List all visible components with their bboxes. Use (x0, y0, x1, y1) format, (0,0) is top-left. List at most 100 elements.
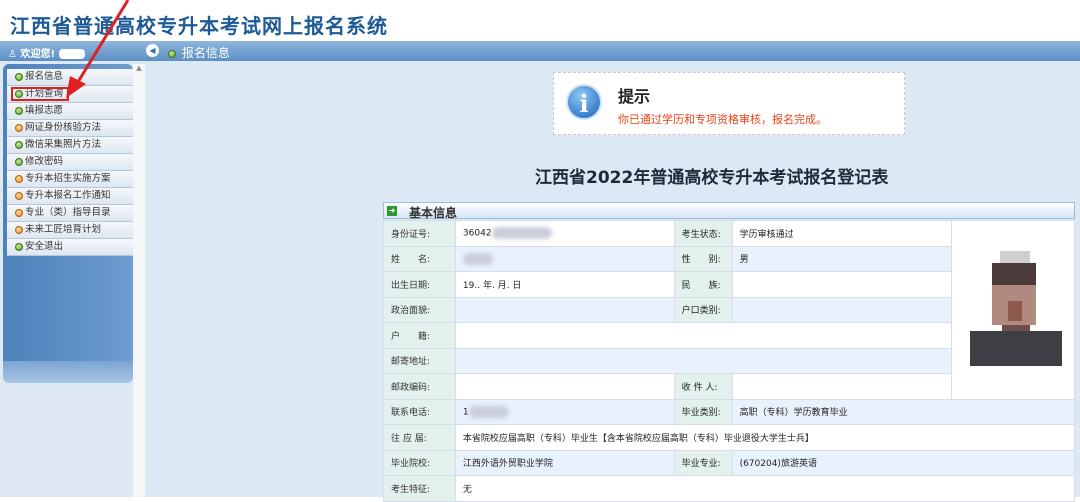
orange-dot-icon (15, 123, 23, 132)
notice-box: i 提示 你已通过学历和专项资格审核，报名完成。 (553, 72, 905, 135)
header: 江西省普通高校专升本考试网上报名系统 (0, 0, 1080, 41)
table-row: 往 应 届: 本省院校应届高职（专科）毕业生【含本省院校应届高职（专科）毕业退役… (383, 424, 1076, 451)
field-label: 往 应 届: (383, 424, 456, 451)
item-label: 报名信息 (25, 71, 64, 82)
sidebar-menu: 报名信息 计划查询 填报志愿 网证身份核验方法 微信采集照片方法 修改密码 专升… (3, 64, 133, 364)
item-label: 专升本报名工作通知 (25, 190, 111, 201)
scroll-up-icon[interactable]: ▲ (133, 64, 145, 72)
field-label: 姓 名: (383, 245, 456, 272)
political-value (454, 296, 675, 323)
app-title: 江西省普通高校专升本考试网上报名系统 (10, 14, 388, 38)
registration-table: 身份证号: 36042 考生状态: 学历审核通过 姓 名: 性 别: 男 出生日… (383, 220, 1076, 502)
top-bar: ♙ 欢迎您! ◀ 报名信息 (0, 41, 1080, 61)
item-label: 修改密码 (25, 156, 64, 167)
field-label: 身份证号: (383, 220, 456, 247)
orange-dot-icon (15, 174, 23, 183)
sidebar-item-fill-preferences[interactable]: 填报志愿 (7, 103, 133, 120)
notice-title: 提示 (618, 87, 651, 106)
table-row: 身份证号: 36042 考生状态: 学历审核通过 (383, 220, 1075, 400)
candidate-photo (951, 220, 1075, 400)
sidebar-item-future-craftsman[interactable]: 未来工匠培育计划 (7, 222, 133, 239)
section-title: 基本信息 (409, 206, 458, 220)
school-value: 江西外语外贸职业学院 (454, 449, 675, 476)
name-value (454, 245, 675, 272)
green-dot-icon (15, 72, 23, 81)
id-value: 36042 (454, 220, 675, 247)
status-dot-icon (168, 49, 176, 58)
phone-value: 1 (454, 398, 675, 425)
major-value: (670204)旅游英语 (731, 449, 1076, 476)
id-number-partial: 36042 (462, 228, 492, 239)
arrow-right-icon: ➜ (387, 206, 397, 216)
orange-dot-icon (15, 208, 23, 217)
table-row: 联系电话: 1 毕业类别: 高职（专科）学历教育毕业 (383, 398, 1076, 425)
item-label: 微信采集照片方法 (25, 139, 102, 150)
hukou-value (454, 322, 953, 349)
phone-partial: 1 (462, 407, 469, 418)
feature-value: 无 (454, 475, 1076, 502)
green-dot-icon (15, 106, 23, 115)
welcome-text: ♙ 欢迎您! (8, 45, 86, 60)
sidebar-footer (3, 361, 133, 383)
field-label: 政治面貌: (383, 296, 456, 323)
table-row: 毕业院校: 江西外语外贸职业学院 毕业专业: (670204)旅游英语 (383, 449, 1076, 476)
sidebar-item-wechat-photo[interactable]: 微信采集照片方法 (7, 137, 133, 154)
field-label: 邮政编码: (383, 373, 456, 400)
collapse-sidebar-icon[interactable]: ◀ (146, 44, 159, 57)
breadcrumb-label: 报名信息 (181, 46, 230, 60)
hukou-type-value (731, 296, 953, 323)
field-label: 收 件 人: (673, 373, 733, 400)
address-value (454, 347, 953, 374)
item-label: 专业（类）指导目录 (25, 207, 111, 218)
sidebar-scrollbar[interactable]: ▲ (133, 64, 145, 497)
table-row: 考生特征: 无 (383, 475, 1076, 502)
status-value: 学历审核通过 (731, 220, 953, 247)
field-label: 考生状态: (673, 220, 733, 247)
orange-dot-icon (15, 191, 23, 200)
postcode-value (454, 373, 675, 400)
item-label: 填报志愿 (25, 105, 64, 116)
section-header: ➜ 基本信息 (383, 202, 1075, 220)
field-label: 民 族: (673, 271, 733, 298)
field-label: 考生特征: (383, 475, 456, 502)
redacted (468, 405, 509, 418)
orange-dot-icon (15, 225, 23, 234)
recipient-value (731, 373, 953, 400)
redacted (462, 252, 493, 265)
main-content: i 提示 你已通过学历和专项资格审核，报名完成。 江西省2022年普通高校专升本… (145, 61, 1080, 502)
item-label: 专升本招生实施方案 (25, 173, 111, 184)
username-redacted (59, 49, 86, 59)
field-label: 邮寄地址: (383, 347, 456, 374)
field-label: 毕业类别: (673, 398, 733, 425)
sidebar-item-registration-notice[interactable]: 专升本报名工作通知 (7, 188, 133, 205)
sidebar-item-admission-plan[interactable]: 专升本招生实施方案 (7, 171, 133, 188)
field-label: 性 别: (673, 245, 733, 272)
green-dot-icon (15, 242, 23, 251)
info-icon: i (566, 84, 602, 120)
green-dot-icon (15, 140, 23, 149)
photo-pixelated (970, 251, 1063, 366)
gender-value: 男 (731, 245, 953, 272)
item-label: 安全退出 (25, 241, 64, 252)
user-icon: ♙ (8, 49, 17, 60)
item-label: 网证身份核验方法 (25, 122, 102, 133)
field-label: 毕业专业: (673, 449, 733, 476)
birth-value: 19.. 年. 月. 日 (454, 271, 675, 298)
welcome-label: 欢迎您! (20, 49, 56, 60)
sidebar-item-change-password[interactable]: 修改密码 (7, 154, 133, 171)
green-dot-icon (15, 157, 23, 166)
field-label: 出生日期: (383, 271, 456, 298)
redacted (491, 227, 552, 240)
field-label: 联系电话: (383, 398, 456, 425)
fresh-value: 本省院校应届高职（专科）毕业生【含本省院校应届高职（专科）毕业退役大学生士兵】 (454, 424, 1076, 451)
form-title: 江西省2022年普通高校专升本考试报名登记表 (535, 168, 889, 188)
breadcrumb: 报名信息 (168, 44, 230, 61)
field-label: 户 籍: (383, 322, 456, 349)
sidebar-item-id-verification[interactable]: 网证身份核验方法 (7, 120, 133, 137)
field-label: 户口类别: (673, 296, 733, 323)
sidebar-item-registration-info[interactable]: 报名信息 (7, 69, 133, 86)
ethnic-value (731, 271, 953, 298)
sidebar-item-major-catalog[interactable]: 专业（类）指导目录 (7, 205, 133, 222)
notice-message: 你已通过学历和专项资格审核，报名完成。 (618, 113, 827, 126)
sidebar-item-logout[interactable]: 安全退出 (7, 239, 133, 256)
